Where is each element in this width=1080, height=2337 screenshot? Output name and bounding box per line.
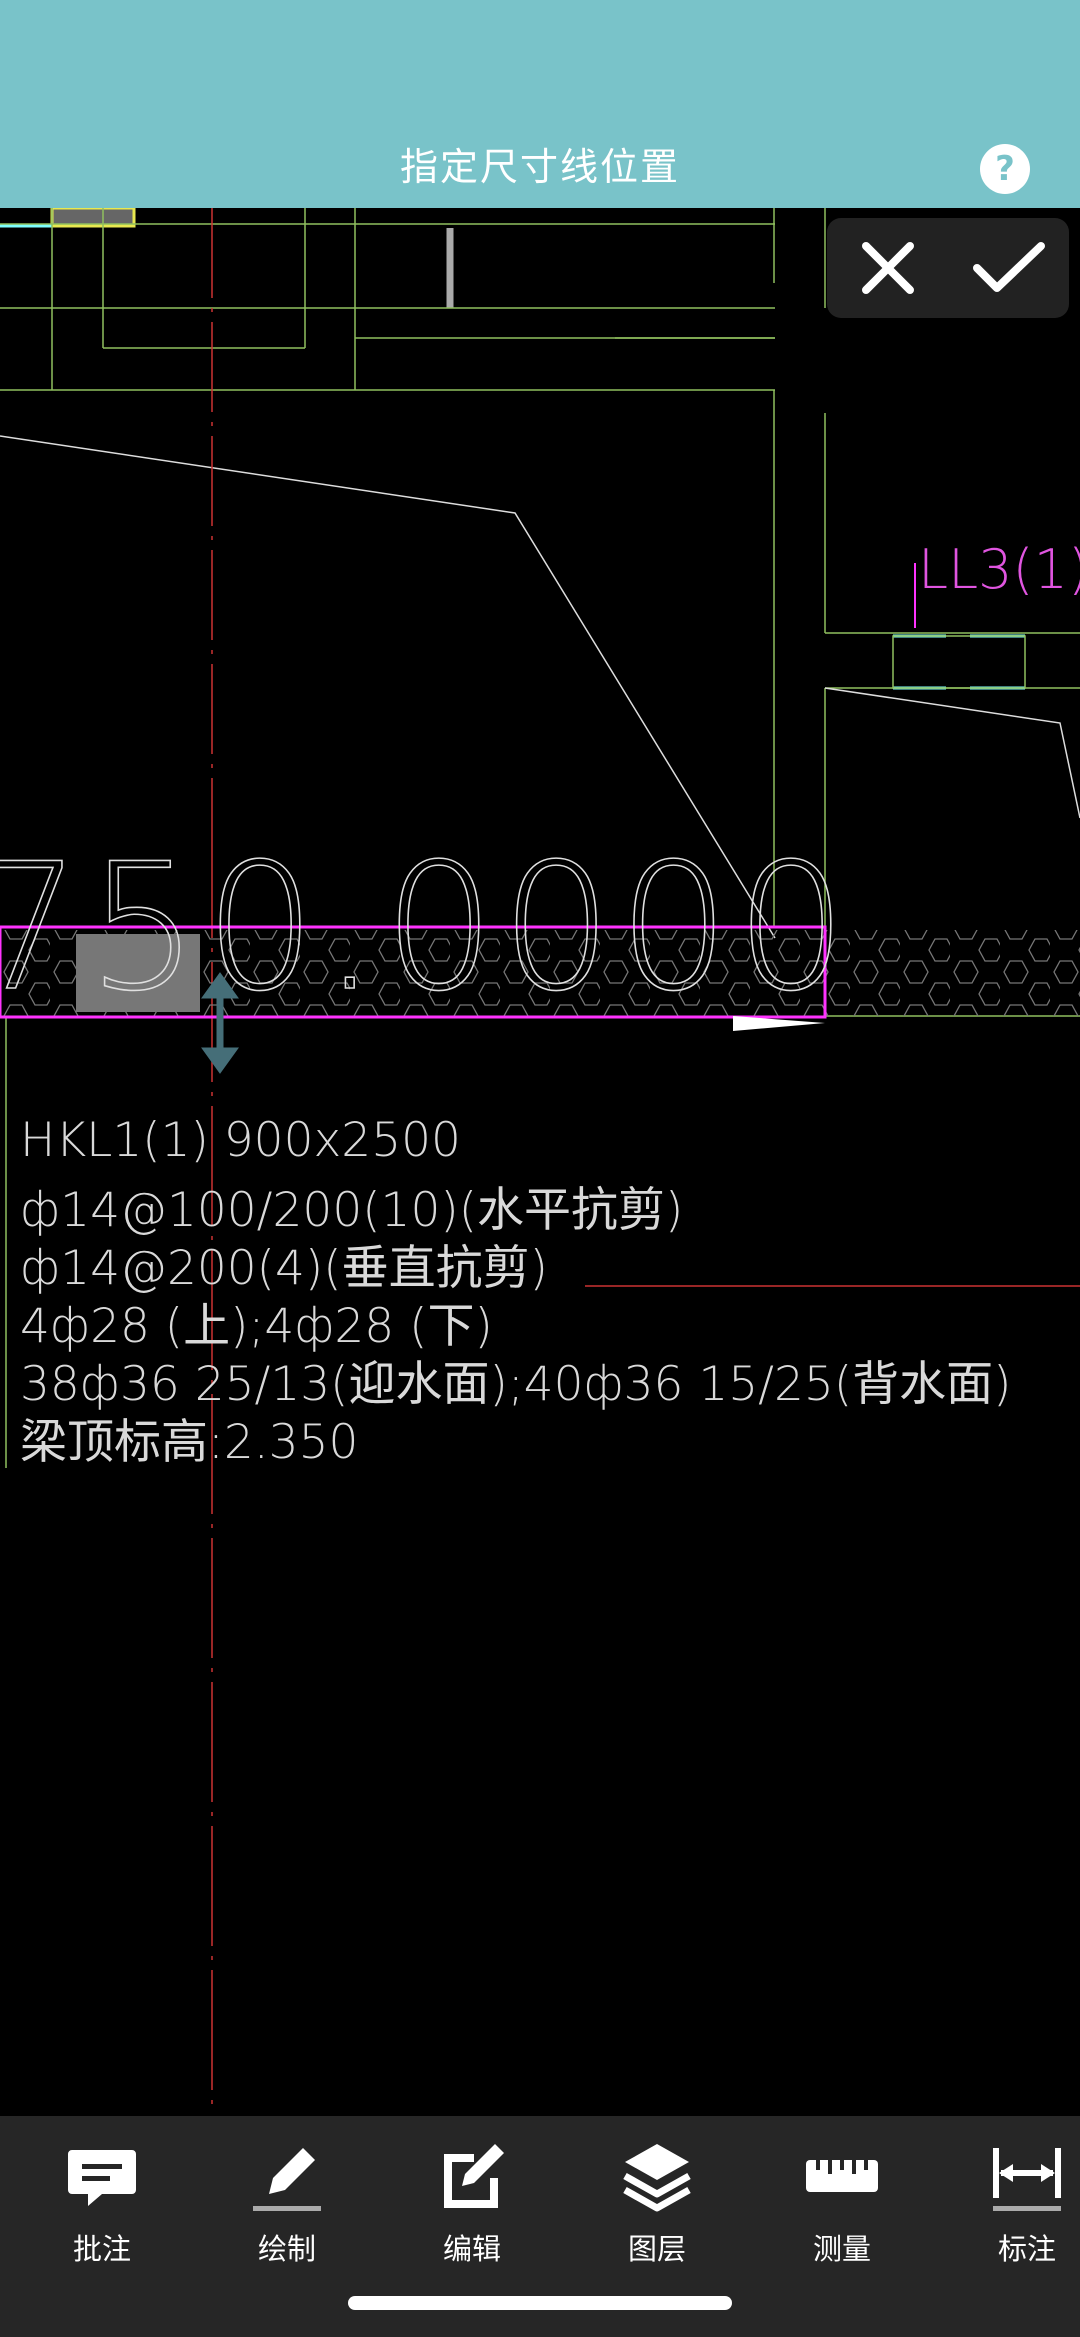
tool-measure-label: 测量 [812,2232,871,2266]
home-indicator[interactable] [348,2296,732,2310]
pencil-icon [253,2148,321,2211]
layers-icon [623,2144,691,2212]
dimension-value-text: 750.0000 [0,827,853,1030]
confirm-button[interactable] [948,218,1069,318]
dimension-icon [993,2148,1061,2211]
ruler-icon [806,2160,878,2192]
help-button[interactable]: ? [980,144,1030,194]
tool-dimension-label: 标注 [997,2232,1056,2266]
page-title: 指定尺寸线位置 [399,145,680,189]
tool-annotate-label: 批注 [72,2232,131,2266]
confirm-panel [827,218,1069,318]
tool-annotate[interactable]: 批注 [27,2136,177,2266]
tool-layers[interactable]: 图层 [582,2136,732,2266]
tool-draw[interactable]: 绘制 [212,2136,362,2266]
tool-edit-label: 编辑 [442,2232,501,2266]
ll3-cyan-marks [893,634,1025,690]
comment-icon [68,2150,136,2206]
tool-layers-label: 图层 [627,2232,686,2266]
header-bar: 指定尺寸线位置 ? [0,0,1080,208]
bottom-toolbar: 批注 绘制 编辑 图层 测量 标注 [0,2116,1080,2337]
cancel-button[interactable] [827,218,948,318]
tool-edit[interactable]: 编辑 [397,2136,547,2266]
annotation-line-1: HKL1(1) 900x2500 [20,1113,461,1168]
check-icon [972,242,1045,292]
tool-draw-label: 绘制 [257,2232,316,2266]
close-icon [861,242,914,294]
tool-measure[interactable]: 测量 [767,2136,917,2266]
annotation-line-6: 梁顶标高:2.350 [20,1415,359,1470]
edit-icon [444,2144,504,2208]
beam-label: LL3(1) [918,538,1080,601]
drawing-canvas[interactable]: 750.0000 LL3(1) HKL1(1) 900x2500 ф14@100… [0,208,1080,2116]
tool-dimension[interactable]: 标注 [952,2136,1080,2266]
